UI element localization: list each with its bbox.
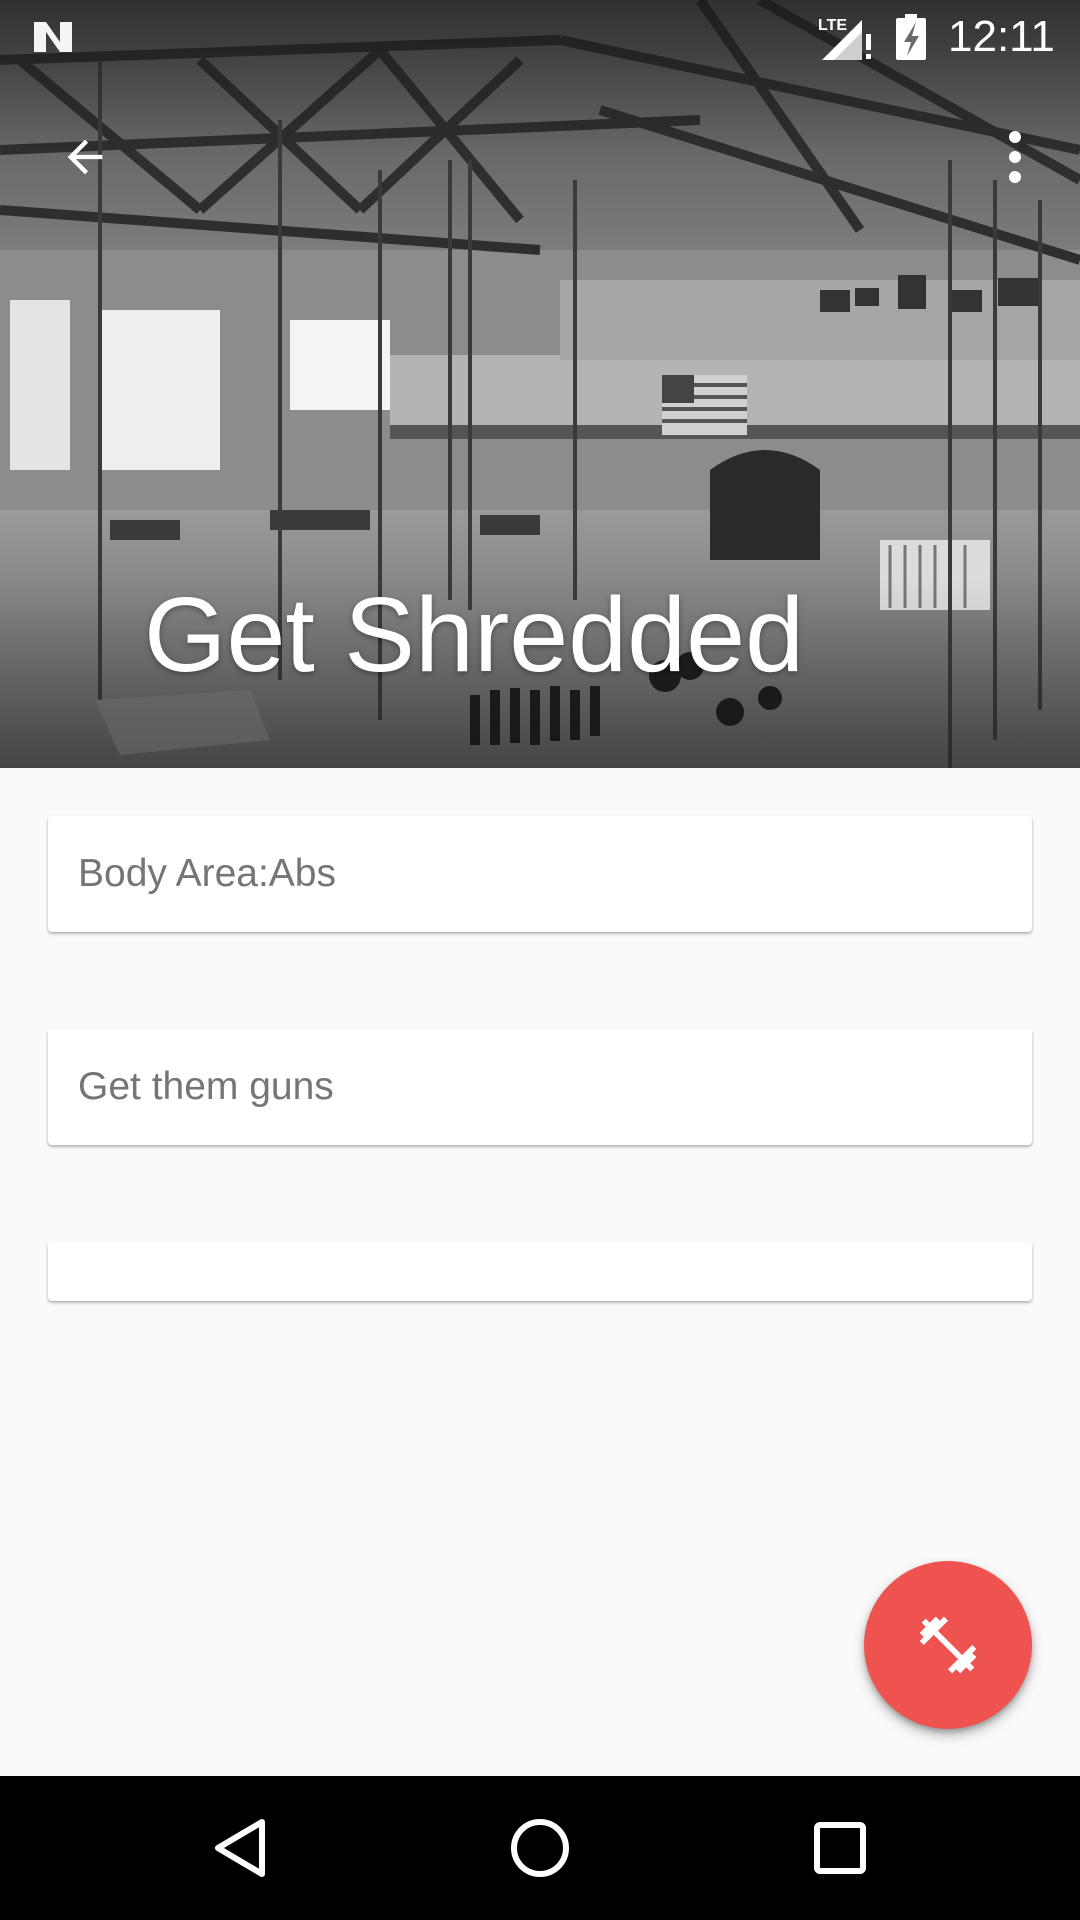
arrow-left-icon — [67, 139, 103, 175]
status-clock: 12:11 — [948, 12, 1055, 61]
more-vert-icon — [1009, 131, 1021, 183]
workout-fab-button[interactable] — [864, 1561, 1032, 1729]
dumbbell-icon — [919, 1616, 977, 1674]
nav-recents-button[interactable] — [760, 1776, 920, 1920]
page-title: Get Shredded — [144, 576, 805, 694]
status-bar: LTE 12:11 — [0, 0, 1080, 75]
nav-recents-icon — [814, 1822, 866, 1874]
card-description[interactable]: Get them guns — [48, 1029, 1032, 1145]
svg-text:LTE: LTE — [818, 17, 847, 34]
card-text: Get them guns — [78, 1065, 334, 1108]
back-button[interactable] — [40, 112, 130, 202]
n-logo-icon — [34, 22, 72, 52]
card-empty[interactable] — [48, 1242, 1032, 1301]
card-body-area[interactable]: Body Area:Abs — [48, 816, 1032, 932]
nav-home-icon — [511, 1819, 569, 1877]
battery-icon — [896, 14, 926, 60]
header-image: LTE 12:11 Get Shredded — [0, 0, 1080, 768]
card-text: Body Area:Abs — [78, 852, 336, 895]
navigation-bar — [0, 1776, 1080, 1920]
overflow-menu-button[interactable] — [990, 112, 1040, 202]
lte-signal-icon: LTE — [818, 17, 871, 60]
nav-back-button[interactable] — [160, 1776, 320, 1920]
nav-back-icon — [215, 1819, 265, 1877]
nav-home-button[interactable] — [460, 1776, 620, 1920]
